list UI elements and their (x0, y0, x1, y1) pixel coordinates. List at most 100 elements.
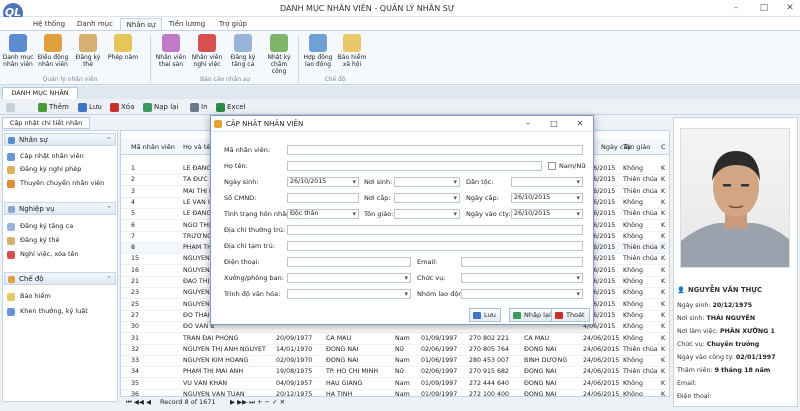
card-register-icon (79, 34, 97, 52)
perm-addr-field[interactable] (287, 225, 583, 235)
dialog-close-icon[interactable]: ✕ (573, 118, 587, 130)
position-field[interactable] (461, 273, 583, 283)
gender-checkbox[interactable] (548, 162, 556, 170)
column-header[interactable]: Tôn giáo (623, 143, 650, 151)
temp-addr-field[interactable] (287, 241, 583, 251)
ribbon-group-label: Báo cáo nhân sự (200, 76, 250, 83)
issue-place-field[interactable] (394, 193, 460, 203)
issue-date-field[interactable]: 26/10/2015 (511, 193, 583, 203)
ribbon-separator (298, 35, 299, 83)
table-cell-gender: Nữ (395, 345, 404, 353)
sidebar-section-nhan-su[interactable]: Nhân sự ⌃ (4, 133, 116, 146)
ribbon-button-bao-hiem[interactable]: Bảo hiểm xã hội (336, 34, 368, 72)
close-icon[interactable]: ✕ (782, 2, 798, 14)
minimize-icon[interactable]: – (728, 2, 744, 14)
table-cell-stt: 2 (131, 176, 136, 184)
table-row[interactable]: 33 NGUYỄN KIM HOÀNG 02/09/1970 ĐỒNG NAI Nam 0… (121, 356, 669, 368)
position-label: Chức vụ: (677, 341, 705, 348)
add-button[interactable]: Thêm (38, 101, 69, 113)
sidebar-item-bao-hiem[interactable]: Bảo hiểm (7, 292, 51, 301)
ribbon-button-phep-nam[interactable]: Phép năm (107, 34, 139, 72)
table-cell-pob: HẬU GIANG (326, 379, 363, 387)
code-field[interactable] (287, 145, 583, 155)
ribbon-button-tang-ca[interactable]: Đăng ký tăng ca (227, 34, 259, 72)
join-field[interactable]: 26/10/2015 (511, 209, 583, 219)
pob-label: Nơi sinh: (677, 315, 705, 322)
ethnic-field[interactable] (511, 177, 583, 187)
sidebar-item-thuyen-chuyen[interactable]: Thuyên chuyển nhân viên (7, 179, 104, 188)
workshop-field[interactable] (287, 273, 411, 283)
maximize-icon[interactable]: □ (756, 2, 772, 14)
table-cell-cmnd: 270 805 764 (469, 345, 510, 353)
table-cell-stt: 5 (131, 210, 136, 218)
sidebar-section-che-do[interactable]: Chế độ ⌃ (4, 272, 116, 285)
dialog-reload-button[interactable]: Nhập lại (509, 308, 556, 322)
column-header[interactable]: Mã nhân viên (131, 143, 175, 151)
table-row[interactable]: 35 VŨ VĂN KHẨN 04/09/1957 HẬU GIANG Nam 01/09… (121, 379, 669, 390)
table-cell-name: NGUYỄN THỊ ÁNH NGUYỆT (183, 345, 266, 353)
religion-field[interactable] (394, 209, 460, 219)
join-label: Ngày vào cty: (466, 210, 511, 218)
table-cell-religion: Không (623, 357, 643, 365)
sidebar-item-khen-thuong[interactable]: Khen thưởng, kỷ luật (7, 307, 88, 316)
sidebar: Nhân sự ⌃ Cập nhật nhân viên Đăng ký nghỉ… (2, 130, 118, 402)
table-cell-gender: Nam (395, 379, 410, 387)
delete-button[interactable]: Xóa (110, 101, 134, 113)
table-cell-date: 24/06/2015 (583, 334, 620, 342)
table-cell-religion: Không (623, 278, 643, 285)
dialog-minimize-icon[interactable]: – (521, 118, 535, 130)
dialog-maximize-icon[interactable]: □ (547, 118, 561, 130)
ribbon-button-danh-muc-nhan-vien[interactable]: Danh mục nhân viên (2, 34, 34, 72)
phone-field[interactable] (287, 257, 411, 267)
dob-field[interactable]: 26/10/2015 (287, 177, 359, 187)
reload-icon (513, 312, 521, 319)
nav-first-icon[interactable]: ⏮ ◀◀ ◀ (126, 397, 151, 408)
tab-cap-nhat-chi-tiet[interactable]: Cập nhật chi tiết nhân viên (2, 117, 90, 138)
excel-button[interactable]: Excel (216, 101, 246, 113)
name-field[interactable] (287, 161, 542, 171)
ribbon-separator (150, 35, 151, 83)
sidebar-item-nghi-phep[interactable]: Đăng ký nghỉ phép (7, 165, 81, 174)
table-row[interactable]: 31 TRẦN ĐẠI PHONG 20/09/1977 CÀ MAU Nam 01/09… (121, 334, 669, 345)
ribbon-button-cham-cong[interactable]: Nhật ký chấm công (263, 34, 295, 75)
column-header[interactable]: C (661, 143, 666, 151)
marital-field[interactable]: Độc thân (287, 209, 359, 219)
sidebar-item-nghi-viec[interactable]: Nghỉ việc, xóa tên (7, 250, 79, 259)
pob-field[interactable] (394, 177, 460, 187)
labor-group-field[interactable] (461, 289, 583, 299)
dialog-exit-button[interactable]: Thoát (551, 308, 590, 322)
back-button[interactable] (6, 101, 17, 113)
email-label: Email: (417, 258, 438, 266)
people-icon (8, 137, 15, 144)
tab-danh-muc-nhan-vien[interactable]: DANH MỤC NHÂN VIÊN (2, 87, 78, 108)
ribbon-button-dang-ky-the[interactable]: Đăng ký thẻ (72, 34, 104, 72)
reload-button[interactable]: Nạp lại (143, 101, 178, 113)
table-cell-c: K (661, 255, 666, 263)
table-cell-c: K (661, 368, 666, 376)
position-label: Chức vụ: (417, 274, 446, 282)
sidebar-item-cap-nhat-nhan-vien[interactable]: Cập nhật nhân viên (7, 152, 84, 161)
nav-next-icon[interactable]: ▶ ▶▶ ⏭ + − ✓ ✕ (230, 397, 285, 408)
education-field[interactable] (287, 289, 411, 299)
sidebar-item-dang-ky-the[interactable]: Đăng ký thẻ (7, 236, 59, 245)
email-field[interactable] (461, 257, 583, 267)
print-button[interactable]: In (190, 101, 208, 113)
timesheet-icon (270, 34, 288, 52)
dialog-save-button[interactable]: Lưu (469, 308, 501, 322)
ribbon-button-hop-dong[interactable]: Hợp đồng lao động (302, 34, 334, 72)
printer-icon (190, 102, 199, 112)
sidebar-item-tang-ca[interactable]: Đăng ký tăng ca (7, 222, 73, 231)
save-button[interactable]: Lưu (78, 101, 102, 113)
ribbon-button-thai-san[interactable]: Nhân viên thai sản (155, 34, 187, 72)
table-row[interactable]: 32 NGUYỄN THỊ ÁNH NGUYỆT 14/01/1970 ĐỒNG NA… (121, 345, 669, 356)
contract-icon (309, 34, 327, 52)
table-cell-stt: 6 (131, 221, 136, 229)
ribbon-button-dieu-dong[interactable]: Điều động nhân viên (37, 34, 69, 72)
table-row[interactable]: 34 PHẠM THỊ MAI ANH 19/08/1975 TP. HỒ CHÍ M… (121, 367, 669, 379)
join-value: 02/01/1997 (735, 354, 776, 361)
sidebar-section-nghiep-vu[interactable]: Nghiệp vụ ⌃ (4, 202, 116, 215)
cmnd-field[interactable] (287, 193, 359, 203)
insurance-icon (7, 293, 15, 301)
ribbon-button-nghi-viec[interactable]: Nhân viên nghỉ việc (191, 34, 223, 72)
gender-label: Nam/Nữ (559, 162, 586, 170)
